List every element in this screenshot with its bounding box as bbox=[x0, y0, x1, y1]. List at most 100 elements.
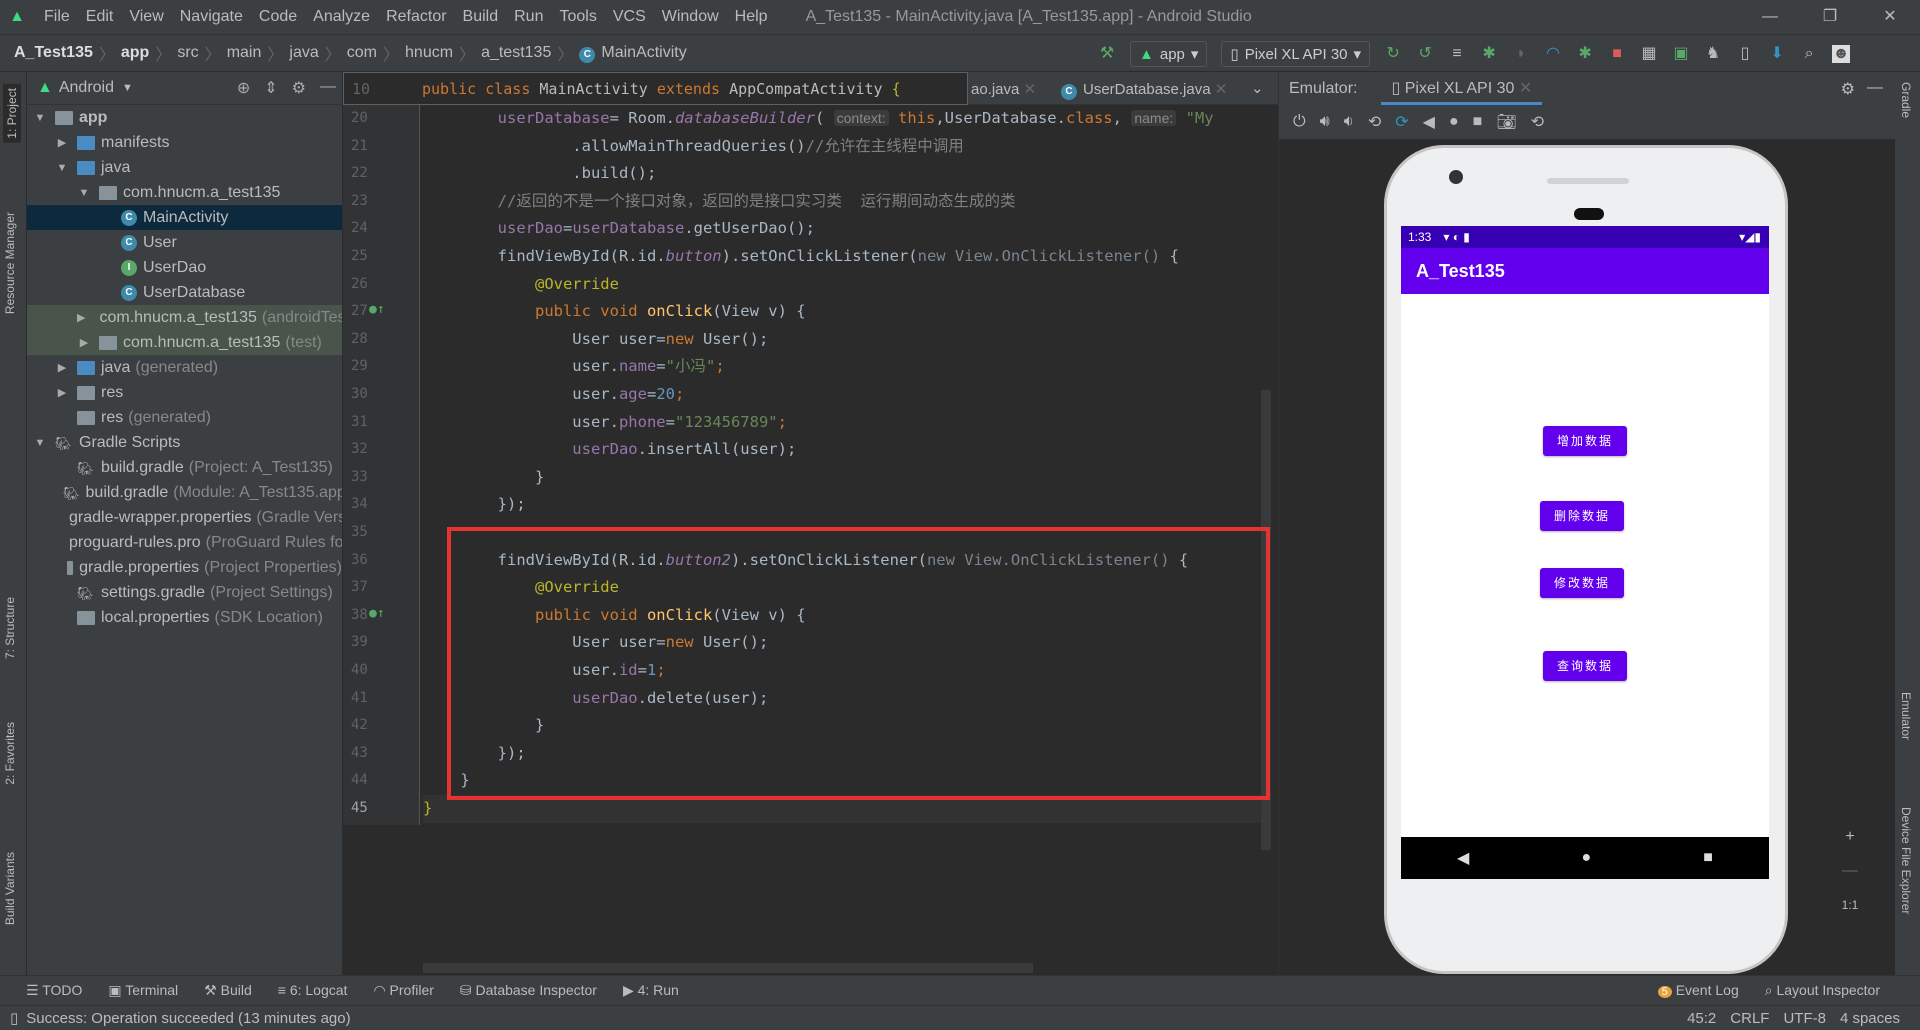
menu-edit[interactable]: Edit bbox=[78, 8, 122, 26]
collapsed-arrow-icon[interactable]: ▶ bbox=[55, 136, 69, 149]
event-log-tab[interactable]: 5 Event Log bbox=[1657, 982, 1739, 999]
coverage-icon[interactable]: ◗ bbox=[1512, 45, 1530, 63]
locate-icon[interactable]: ⊕ bbox=[237, 78, 250, 98]
hide-icon[interactable]: — bbox=[1867, 79, 1883, 97]
editor-tab[interactable]: ao.java ✕ bbox=[971, 80, 1036, 98]
power-icon[interactable]: ⏻ bbox=[1293, 113, 1306, 131]
screenshot-icon[interactable]: 📷︎ bbox=[1496, 112, 1516, 132]
bottom-tab-terminal[interactable]: ▣ Terminal bbox=[108, 982, 178, 999]
account-icon[interactable]: ☻ bbox=[1832, 45, 1851, 63]
breadcrumb-item[interactable]: java bbox=[289, 44, 318, 62]
collapsed-arrow-icon[interactable]: ▶ bbox=[77, 311, 85, 324]
stop-icon[interactable]: ■ bbox=[1608, 45, 1626, 63]
tab-project[interactable]: 1: Project bbox=[3, 84, 21, 143]
layout-inspector-tab[interactable]: ⌕ Layout Inspector bbox=[1765, 982, 1880, 999]
implements-method-icon[interactable]: ●↑ bbox=[369, 606, 385, 621]
breadcrumb-item[interactable]: main bbox=[227, 44, 262, 62]
expanded-arrow-icon[interactable]: ▼ bbox=[33, 437, 47, 449]
add-data-button[interactable]: 增加数据 bbox=[1543, 426, 1627, 456]
device-manager-icon[interactable]: ▯ bbox=[1736, 45, 1754, 63]
tree-item[interactable]: C User bbox=[27, 230, 342, 255]
tree-item[interactable]: local.properties (SDK Location) bbox=[27, 605, 342, 630]
zoom-in-button[interactable]: + bbox=[1835, 820, 1865, 854]
home-icon[interactable]: ● bbox=[1449, 113, 1459, 131]
collapsed-arrow-icon[interactable]: ▶ bbox=[55, 361, 69, 374]
menu-run[interactable]: Run bbox=[506, 8, 551, 26]
tree-item[interactable]: C MainActivity bbox=[27, 205, 342, 230]
update-data-button[interactable]: 修改数据 bbox=[1540, 568, 1624, 598]
sync-gradle-icon[interactable]: ♞ bbox=[1704, 45, 1722, 63]
menu-vcs[interactable]: VCS bbox=[605, 8, 654, 26]
hide-icon[interactable]: — bbox=[320, 78, 336, 98]
tree-item[interactable]: ▶ java (generated) bbox=[27, 355, 342, 380]
delete-data-button[interactable]: 删除数据 bbox=[1540, 501, 1624, 531]
tree-item[interactable]: 🐘︎ build.gradle (Module: A_Test135.app) bbox=[27, 480, 342, 505]
tab-favorites[interactable]: 2: Favorites bbox=[3, 722, 17, 785]
project-structure-icon[interactable]: ▦ bbox=[1640, 45, 1658, 63]
indent[interactable]: 4 spaces bbox=[1840, 1010, 1900, 1027]
tree-item[interactable]: ▶ manifests bbox=[27, 130, 342, 155]
horizontal-scrollbar[interactable] bbox=[423, 963, 1033, 973]
tree-item[interactable]: ▼ com.hnucm.a_test135 bbox=[27, 180, 342, 205]
tree-item[interactable]: proguard-rules.pro(ProGuard Rules for A_… bbox=[27, 530, 342, 555]
hammer-icon[interactable]: ⚒ bbox=[1098, 45, 1116, 63]
back-icon[interactable]: ◀ bbox=[1423, 112, 1435, 132]
breadcrumb-item-current[interactable]: C MainActivity bbox=[579, 44, 687, 63]
tree-item[interactable]: ▼ 🐘︎ Gradle Scripts bbox=[27, 430, 342, 455]
breadcrumb-item[interactable]: app bbox=[121, 44, 149, 62]
menu-code[interactable]: Code bbox=[251, 8, 305, 26]
minimize-button[interactable]: — bbox=[1740, 0, 1800, 34]
breadcrumb-item[interactable]: A_Test135 bbox=[14, 44, 93, 62]
emulator-tab[interactable]: ▯ Pixel XL API 30 ✕ bbox=[1381, 72, 1543, 105]
volume-up-icon[interactable]: 🔊︎ bbox=[1320, 113, 1330, 131]
editor-tab[interactable]: C UserDatabase.java ✕ bbox=[1061, 80, 1227, 100]
line-separator[interactable]: CRLF bbox=[1730, 1010, 1769, 1027]
tree-item[interactable]: 🐘︎ settings.gradle (Project Settings) bbox=[27, 580, 342, 605]
tree-item[interactable]: I UserDao bbox=[27, 255, 342, 280]
back-nav-icon[interactable]: ◀ bbox=[1457, 848, 1469, 868]
snapshot-icon[interactable]: ⟲ bbox=[1531, 112, 1544, 132]
breadcrumb-item[interactable]: a_test135 bbox=[481, 44, 551, 62]
menu-refactor[interactable]: Refactor bbox=[378, 8, 454, 26]
avd-manager-icon[interactable]: ▣ bbox=[1672, 45, 1690, 63]
device-dropdown[interactable]: ▯ Pixel XL API 30 ▾ bbox=[1221, 41, 1371, 67]
tree-item[interactable]: ▶ res bbox=[27, 380, 342, 405]
attach-debugger-icon[interactable]: ✱ bbox=[1576, 45, 1594, 63]
menu-navigate[interactable]: Navigate bbox=[172, 8, 251, 26]
sdk-manager-icon[interactable]: ⬇ bbox=[1768, 45, 1786, 63]
tree-item[interactable]: 🐘︎ build.gradle (Project: A_Test135) bbox=[27, 455, 342, 480]
bottom-tab-todo[interactable]: ☰ TODO bbox=[26, 982, 82, 999]
bottom-tab-6-logcat[interactable]: ≡ 6: Logcat bbox=[278, 982, 348, 999]
bottom-tab-database-inspector[interactable]: ⛁ Database Inspector bbox=[460, 982, 597, 999]
tree-item[interactable]: ▼ java bbox=[27, 155, 342, 180]
tree-item[interactable]: C UserDatabase bbox=[27, 280, 342, 305]
tab-resource-manager[interactable]: Resource Manager bbox=[3, 212, 17, 314]
menu-build[interactable]: Build bbox=[455, 8, 507, 26]
volume-down-icon[interactable]: 🔉︎ bbox=[1344, 113, 1354, 131]
home-nav-icon[interactable]: ● bbox=[1581, 849, 1591, 867]
breadcrumb-item[interactable]: com bbox=[347, 44, 377, 62]
debug-icon[interactable]: ✱ bbox=[1480, 45, 1498, 63]
menu-analyze[interactable]: Analyze bbox=[305, 8, 378, 26]
tabs-overflow-chevron-icon[interactable]: ⌄ bbox=[1251, 79, 1264, 97]
encoding[interactable]: UTF-8 bbox=[1783, 1010, 1826, 1027]
expanded-arrow-icon[interactable]: ▼ bbox=[33, 112, 47, 124]
query-data-button[interactable]: 查询数据 bbox=[1543, 651, 1627, 681]
breadcrumb-item[interactable]: src bbox=[177, 44, 198, 62]
tab-emulator[interactable]: Emulator bbox=[1899, 692, 1913, 740]
caret-position[interactable]: 45:2 bbox=[1687, 1010, 1716, 1027]
close-button[interactable]: ✕ bbox=[1860, 0, 1920, 34]
tab-structure[interactable]: 7: Structure bbox=[3, 597, 17, 659]
menu-help[interactable]: Help bbox=[727, 8, 776, 26]
collapsed-arrow-icon[interactable]: ▶ bbox=[55, 386, 69, 399]
tree-item[interactable]: ▼ app bbox=[27, 105, 342, 130]
tree-item[interactable]: gradle.properties (Project Properties) bbox=[27, 555, 342, 580]
profiler-icon[interactable]: ◠ bbox=[1544, 45, 1562, 63]
logcat-icon[interactable]: ≡ bbox=[1448, 45, 1466, 63]
collapsed-arrow-icon[interactable]: ▶ bbox=[77, 336, 91, 349]
maximize-button[interactable]: ❐ bbox=[1800, 0, 1860, 34]
overview-icon[interactable]: ■ bbox=[1473, 113, 1483, 131]
bottom-tab-build[interactable]: ⚒ Build bbox=[204, 982, 252, 999]
expanded-arrow-icon[interactable]: ▼ bbox=[77, 187, 91, 199]
menu-file[interactable]: File bbox=[36, 8, 78, 26]
